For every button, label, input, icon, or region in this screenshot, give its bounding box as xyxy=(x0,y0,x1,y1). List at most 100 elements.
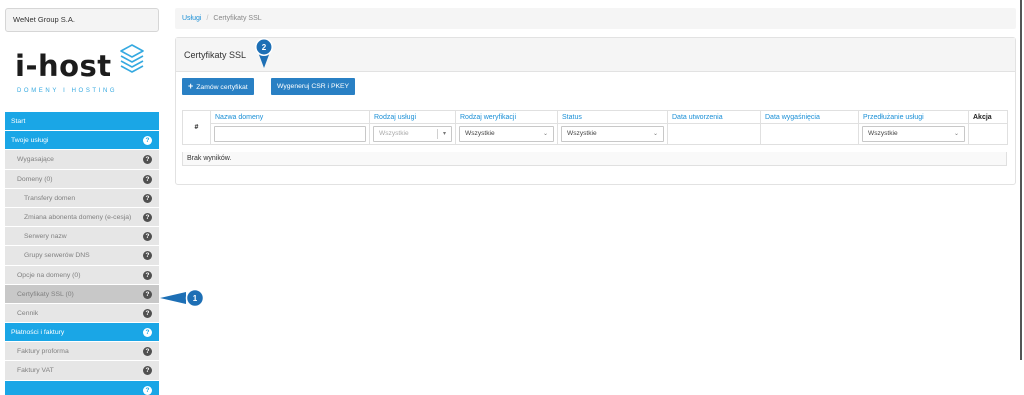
breadcrumb: Usługi / Certyfikaty SSL xyxy=(175,8,1016,29)
help-icon[interactable]: ? xyxy=(143,289,152,299)
chevron-down-icon: ⌄ xyxy=(542,131,548,137)
filter-expires-cell xyxy=(760,123,859,145)
sidebar-item-label: Opcje na domeny (0) xyxy=(17,271,81,279)
help-icon[interactable]: ? xyxy=(143,328,152,338)
sidebar-item-certyfikaty-ssl-0[interactable]: Certyfikaty SSL (0)? xyxy=(5,284,159,304)
filter-renewal-cell: Wszystkie ⌄ xyxy=(858,123,969,145)
sidebar-item-label: Serwery nazw xyxy=(24,233,67,241)
sidebar-item-opcje-na-domeny-0[interactable]: Opcje na domeny (0)? xyxy=(5,265,159,285)
filter-verification-cell: Wszystkie ⌄ xyxy=(455,123,558,145)
sidebar-menu: Start Twoje usługi? Wygasające? Domeny (0)?… xyxy=(5,112,159,395)
help-icon[interactable]: ? xyxy=(143,270,152,280)
help-icon[interactable]: ? xyxy=(143,366,152,376)
logo-name: i-host xyxy=(15,49,112,83)
help-icon[interactable]: ? xyxy=(143,212,152,222)
caret-down-icon: ▾ xyxy=(442,131,446,137)
sidebar-item-label: Start xyxy=(11,118,26,125)
order-certificate-button[interactable]: + Zamów certyfikat xyxy=(182,78,254,95)
annotation-marker-2: 2 xyxy=(255,38,273,68)
sidebar-item-label: Certyfikaty SSL (0) xyxy=(17,290,74,298)
page-scrollbar[interactable] xyxy=(1020,0,1022,360)
column-action: Akcja xyxy=(968,110,1008,124)
sidebar-item-label: Zmiana abonenta domeny (e-cesja) xyxy=(24,213,132,221)
help-icon[interactable]: ? xyxy=(143,232,152,242)
page-title: Certyfikaty SSL xyxy=(176,38,1015,72)
help-icon[interactable]: ? xyxy=(143,174,152,184)
sidebar-item-transfery-domen[interactable]: Transfery domen? xyxy=(5,188,159,208)
breadcrumb-link-services[interactable]: Usługi xyxy=(182,15,201,22)
sidebar-item-p-atno-ci-i-faktury[interactable]: Płatności i faktury? xyxy=(5,323,159,343)
breadcrumb-current: Certyfikaty SSL xyxy=(213,15,262,22)
filter-action-cell xyxy=(968,123,1008,145)
table-header-row: # Nazwa domeny Rodzaj usługi Rodzaj wery… xyxy=(182,110,1008,145)
sidebar-item-label: Grupy serwerów DNS xyxy=(24,252,90,260)
sidebar-item-faktury-proforma[interactable]: Faktury proforma? xyxy=(5,342,159,362)
sidebar-item-label: Faktury proforma xyxy=(17,348,69,356)
filter-created-cell xyxy=(667,123,761,145)
column-hash: # xyxy=(182,110,211,145)
column-verification[interactable]: Rodzaj weryfikacji xyxy=(455,110,558,124)
sidebar-item-start[interactable]: Start xyxy=(5,112,159,132)
help-icon[interactable]: ? xyxy=(143,251,152,261)
status-value: Wszystkie xyxy=(567,130,597,137)
layers-icon xyxy=(120,44,144,73)
help-icon[interactable]: ? xyxy=(143,385,152,395)
filter-status-cell: Wszystkie ⌄ xyxy=(557,123,668,145)
generate-csr-button[interactable]: Wygeneruj CSR i PKEY xyxy=(271,78,356,95)
renewal-value: Wszystkie xyxy=(868,130,898,137)
sidebar-item-wygasaj-ce[interactable]: Wygasające? xyxy=(5,150,159,170)
filter-service-type-cell: Wszystkie ▾ xyxy=(369,123,456,145)
domain-filter-input[interactable] xyxy=(214,126,366,142)
sidebar-item-label: Cennik xyxy=(17,309,39,317)
help-icon[interactable]: ? xyxy=(143,347,152,357)
marker-1-label: 1 xyxy=(193,294,198,303)
annotation-marker-1: 1 xyxy=(160,288,205,308)
table-filter-row: Wszystkie ▾ Wszystkie ⌄ Wszystkie ⌄ Wszystk… xyxy=(183,123,1008,145)
sidebar-item-faktury-vat[interactable]: Faktury VAT? xyxy=(5,361,159,381)
ssl-table: # Nazwa domeny Rodzaj usługi Rodzaj wery… xyxy=(182,110,1008,145)
renewal-select[interactable]: Wszystkie ⌄ xyxy=(862,126,965,142)
verification-value: Wszystkie xyxy=(465,130,495,137)
chevron-down-icon: ⌄ xyxy=(652,131,658,137)
sidebar-item-serwery-nazw[interactable]: Serwery nazw? xyxy=(5,227,159,247)
sidebar-item-label: Wygasające xyxy=(17,156,54,164)
column-created[interactable]: Data utworzenia xyxy=(667,110,761,124)
column-expires[interactable]: Data wygaśnięcia xyxy=(760,110,859,124)
help-icon[interactable]: ? xyxy=(143,193,152,203)
sidebar: WeNet Group S.A. i-host DOMENY I HOSTING… xyxy=(0,0,160,395)
service-type-value: Wszystkie xyxy=(379,130,409,137)
column-status[interactable]: Status xyxy=(557,110,668,124)
column-domain[interactable]: Nazwa domeny xyxy=(210,110,370,124)
sidebar-item-label: Domeny (0) xyxy=(17,175,53,183)
service-type-select[interactable]: Wszystkie ▾ xyxy=(373,126,452,142)
select-divider xyxy=(437,129,438,139)
company-selector[interactable]: WeNet Group S.A. xyxy=(5,8,159,32)
sidebar-item-twoje-us-ugi[interactable]: Twoje usługi? xyxy=(5,131,159,151)
filter-domain-cell xyxy=(210,123,370,145)
breadcrumb-separator: / xyxy=(206,15,209,22)
marker-2-label: 2 xyxy=(262,43,267,52)
order-certificate-label: Zamów certyfikat xyxy=(196,84,248,91)
sidebar-item-label: Faktury VAT xyxy=(17,367,54,375)
sidebar-item-section[interactable]: ? xyxy=(5,380,159,395)
verification-select[interactable]: Wszystkie ⌄ xyxy=(459,126,554,142)
sidebar-item-label: Transfery domen xyxy=(24,194,76,202)
help-icon[interactable]: ? xyxy=(143,136,152,146)
chevron-down-icon: ⌄ xyxy=(953,131,959,137)
column-renewal[interactable]: Przedłużanie usługi xyxy=(858,110,969,124)
sidebar-item-cennik[interactable]: Cennik? xyxy=(5,303,159,324)
logo[interactable]: i-host DOMENY I HOSTING xyxy=(5,42,159,102)
sidebar-item-label: Płatności i faktury xyxy=(11,329,65,337)
plus-icon: + xyxy=(188,81,194,91)
column-service-type[interactable]: Rodzaj usługi xyxy=(369,110,456,124)
sidebar-item-domeny-0[interactable]: Domeny (0)? xyxy=(5,169,159,189)
ssl-panel: Certyfikaty SSL + Zamów certyfikat Wygene… xyxy=(175,37,1016,185)
help-icon[interactable]: ? xyxy=(143,308,152,318)
sidebar-item-grupy-serwer-w-dns[interactable]: Grupy serwerów DNS? xyxy=(5,246,159,266)
empty-results: Brak wyników. xyxy=(182,152,1007,166)
help-icon[interactable]: ? xyxy=(143,155,152,165)
status-select[interactable]: Wszystkie ⌄ xyxy=(561,126,664,142)
sidebar-item-label: Twoje usługi xyxy=(11,137,49,145)
logo-tagline: DOMENY I HOSTING xyxy=(17,88,118,94)
sidebar-item-zmiana-abonenta-domeny-e-cesja[interactable]: Zmiana abonenta domeny (e-cesja)? xyxy=(5,207,159,228)
